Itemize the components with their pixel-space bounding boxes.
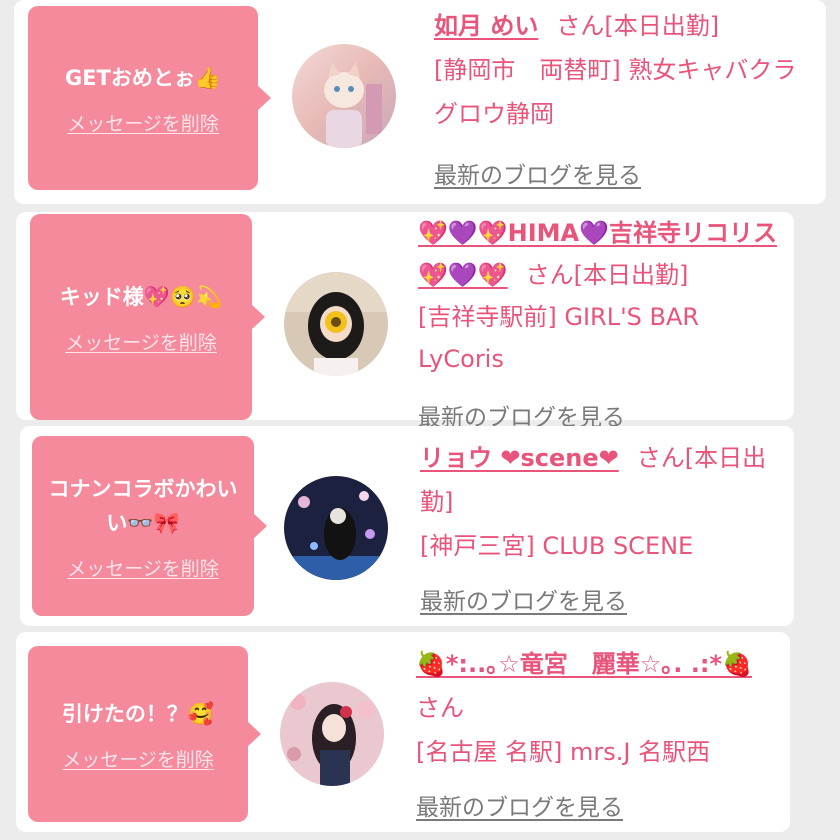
message-bubble: キッド様💖🥺💫 メッセージを削除 — [30, 214, 265, 420]
profile-name-link[interactable]: 如月 めい — [434, 12, 538, 40]
profile-info: 🍓*:..｡☆竜宮 麗華☆｡. .:*🍓 さん [名古屋 名駅] mrs.J 名駅… — [416, 642, 782, 774]
shop-text: [静岡市 両替町] 熟女キャバクラ グロウ静岡 — [434, 56, 797, 128]
message-text: キッド様💖🥺💫 — [59, 284, 223, 309]
latest-blog-link[interactable]: 最新のブログを見る — [420, 582, 627, 616]
shop-text: [名古屋 名駅] mrs.J 名駅西 — [416, 738, 711, 766]
delete-message-link[interactable]: メッセージを削除 — [62, 745, 214, 772]
message-bubble: GETおめとぉ👍 メッセージを削除 — [28, 6, 271, 190]
avatar[interactable] — [284, 272, 388, 376]
message-card: コナンコラボかわいい👓🎀 メッセージを削除 リョウ ❤scene❤ さん[本日出勤… — [20, 426, 794, 626]
message-text: GETおめとぉ👍 — [64, 65, 222, 90]
profile-info: リョウ ❤scene❤ さん[本日出勤] [神戸三宮] CLUB SCENE — [420, 436, 780, 568]
profile-info: 💖💜💖HIMA💜吉祥寺リコリス💖💜💖 さん[本日出勤] [吉祥寺駅前] GIRL'… — [418, 212, 784, 380]
delete-message-link[interactable]: メッセージを削除 — [67, 109, 219, 136]
message-card: GETおめとぉ👍 メッセージを削除 如月 めい さん[本日出勤] [静岡市 両替町… — [14, 0, 826, 204]
message-bubble: コナンコラボかわいい👓🎀 メッセージを削除 — [32, 436, 267, 616]
delete-message-link[interactable]: メッセージを削除 — [65, 328, 217, 355]
message-card: キッド様💖🥺💫 メッセージを削除 💖💜💖HIMA💜吉祥寺リコリス💖💜💖 さん[本日… — [16, 212, 794, 431]
shop-text: [吉祥寺駅前] GIRL'S BAR LyCoris — [418, 303, 700, 373]
status-text: さん — [416, 694, 464, 722]
message-card: 引けたの！？🥰 メッセージを削除 🍓*:..｡☆竜宮 麗華☆｡. .:*🍓 さん … — [16, 632, 790, 832]
avatar[interactable] — [280, 682, 384, 786]
status-text: さん[本日出勤] — [556, 12, 720, 40]
avatar[interactable] — [292, 44, 396, 148]
latest-blog-link[interactable]: 最新のブログを見る — [416, 788, 623, 822]
shop-text: [神戸三宮] CLUB SCENE — [420, 532, 694, 560]
status-text: さん[本日出勤] — [525, 261, 689, 289]
latest-blog-link[interactable]: 最新のブログを見る — [434, 156, 641, 190]
message-text: コナンコラボかわいい👓🎀 — [48, 476, 238, 535]
delete-message-link[interactable]: メッセージを削除 — [67, 554, 219, 581]
profile-name-link[interactable]: 🍓*:..｡☆竜宮 麗華☆｡. .:*🍓 — [416, 650, 752, 678]
message-text: 引けたの！？🥰 — [61, 701, 215, 726]
profile-name-link[interactable]: リョウ ❤scene❤ — [420, 444, 619, 472]
profile-info: 如月 めい さん[本日出勤] [静岡市 両替町] 熟女キャバクラ グロウ静岡 — [434, 4, 804, 136]
avatar[interactable] — [284, 476, 388, 580]
message-bubble: 引けたの！？🥰 メッセージを削除 — [28, 646, 261, 822]
